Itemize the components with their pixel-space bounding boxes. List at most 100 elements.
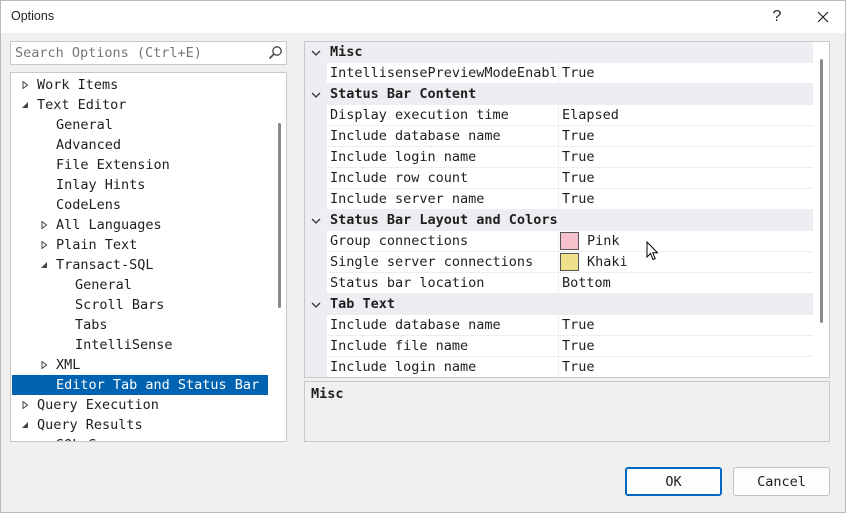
property-row[interactable]: Include file name True bbox=[305, 336, 813, 357]
row-gutter bbox=[305, 231, 327, 252]
property-row[interactable]: Group connections Pink bbox=[305, 231, 813, 252]
property-category[interactable]: Status Bar Layout and Colors bbox=[305, 210, 813, 231]
tree-item[interactable]: Query Results bbox=[12, 415, 268, 435]
tree-item[interactable]: Advanced bbox=[12, 135, 268, 155]
tree-scrollbar-thumb[interactable] bbox=[278, 123, 281, 308]
tree-item[interactable]: XML bbox=[12, 355, 268, 375]
property-row[interactable]: Status bar location Bottom bbox=[305, 273, 813, 294]
search-icon[interactable] bbox=[267, 45, 283, 61]
property-value[interactable]: True bbox=[562, 338, 595, 354]
tree-item[interactable]: Transact-SQL bbox=[12, 255, 268, 275]
tree-item-label: Query Results bbox=[37, 417, 143, 433]
column-divider[interactable] bbox=[558, 168, 559, 189]
property-value[interactable]: True bbox=[562, 191, 595, 207]
property-category[interactable]: Status Bar Content bbox=[305, 84, 813, 105]
property-value[interactable]: Bottom bbox=[562, 275, 611, 291]
tree-item-label: All Languages bbox=[56, 217, 162, 233]
column-divider[interactable] bbox=[558, 336, 559, 357]
tree-item-label: CodeLens bbox=[56, 197, 122, 213]
tree-item-label: Tabs bbox=[75, 317, 108, 333]
chevron-right-icon[interactable] bbox=[21, 81, 29, 89]
property-row[interactable]: Include login name True bbox=[305, 357, 813, 378]
chevron-right-icon[interactable] bbox=[40, 241, 48, 249]
property-name: Include database name bbox=[330, 128, 501, 144]
row-gutter bbox=[305, 315, 327, 336]
column-divider[interactable] bbox=[558, 231, 559, 252]
help-button[interactable]: ? bbox=[759, 3, 795, 31]
property-value[interactable]: True bbox=[562, 170, 595, 186]
property-row[interactable]: Include database name True bbox=[305, 126, 813, 147]
tree-item-label: Transact-SQL bbox=[56, 257, 154, 273]
tree-item[interactable]: Inlay Hints bbox=[12, 175, 268, 195]
chevron-right-icon[interactable] bbox=[21, 401, 29, 409]
property-value[interactable]: True bbox=[562, 359, 595, 375]
tree-item[interactable]: Scroll Bars bbox=[12, 295, 268, 315]
row-gutter bbox=[305, 147, 327, 168]
chevron-down-icon[interactable] bbox=[311, 90, 321, 100]
chevron-down-icon[interactable] bbox=[21, 421, 29, 429]
grid-scrollbar-thumb[interactable] bbox=[820, 59, 823, 323]
row-gutter bbox=[305, 336, 327, 357]
tree-item[interactable]: Editor Tab and Status Bar bbox=[12, 375, 268, 395]
column-divider[interactable] bbox=[558, 63, 559, 84]
ok-button[interactable]: OK bbox=[625, 467, 722, 496]
category-label: Status Bar Layout and Colors bbox=[330, 212, 558, 228]
tree-item[interactable]: Work Items bbox=[12, 75, 268, 95]
chevron-down-icon[interactable] bbox=[311, 48, 321, 58]
property-value[interactable]: Khaki bbox=[587, 254, 628, 270]
chevron-down-icon[interactable] bbox=[311, 216, 321, 226]
tree-item[interactable]: Text Editor bbox=[12, 95, 268, 115]
tree-item[interactable]: SQL Server bbox=[12, 435, 268, 441]
chevron-right-icon[interactable] bbox=[40, 361, 48, 369]
close-button[interactable] bbox=[805, 3, 841, 31]
chevron-down-icon[interactable] bbox=[311, 300, 321, 310]
cancel-button[interactable]: Cancel bbox=[733, 467, 830, 496]
property-value[interactable]: True bbox=[562, 65, 595, 81]
column-divider[interactable] bbox=[558, 252, 559, 273]
tree-item[interactable]: General bbox=[12, 275, 268, 295]
property-category[interactable]: Misc bbox=[305, 42, 813, 63]
property-row[interactable]: Include server name True bbox=[305, 189, 813, 210]
column-divider[interactable] bbox=[558, 147, 559, 168]
column-divider[interactable] bbox=[558, 105, 559, 126]
title-bar: Options ? bbox=[1, 1, 845, 33]
chevron-down-icon[interactable] bbox=[21, 101, 29, 109]
tree-item[interactable]: File Extension bbox=[12, 155, 268, 175]
tree-item[interactable]: Tabs bbox=[12, 315, 268, 335]
chevron-right-icon[interactable] bbox=[40, 221, 48, 229]
property-row[interactable]: Include login name True bbox=[305, 147, 813, 168]
column-divider[interactable] bbox=[558, 357, 559, 377]
search-input[interactable] bbox=[11, 42, 261, 64]
tree-item[interactable]: All Languages bbox=[12, 215, 268, 235]
property-value[interactable]: Elapsed bbox=[562, 107, 619, 123]
property-row[interactable]: IntellisensePreviewModeEnabled True bbox=[305, 63, 813, 84]
description-panel: Misc bbox=[304, 381, 830, 442]
grid-scrollbar[interactable] bbox=[815, 42, 829, 377]
chevron-down-icon[interactable] bbox=[40, 261, 48, 269]
property-row[interactable]: Single server connections Khaki bbox=[305, 252, 813, 273]
tree-item[interactable]: IntelliSense bbox=[12, 335, 268, 355]
tree-scrollbar[interactable] bbox=[273, 73, 286, 441]
tree-item[interactable]: Plain Text bbox=[12, 235, 268, 255]
tree-item-label: File Extension bbox=[56, 157, 170, 173]
search-box bbox=[10, 41, 287, 65]
property-category[interactable]: Tab Text bbox=[305, 294, 813, 315]
property-name: Group connections bbox=[330, 233, 469, 249]
tree-item-label: Work Items bbox=[37, 77, 119, 93]
property-name: Include server name bbox=[330, 191, 485, 207]
property-value[interactable]: True bbox=[562, 317, 595, 333]
column-divider[interactable] bbox=[558, 273, 559, 294]
tree-item[interactable]: CodeLens bbox=[12, 195, 268, 215]
column-divider[interactable] bbox=[558, 189, 559, 210]
property-value[interactable]: True bbox=[562, 149, 595, 165]
column-divider[interactable] bbox=[558, 315, 559, 336]
property-row[interactable]: Display execution time Elapsed bbox=[305, 105, 813, 126]
property-value[interactable]: True bbox=[562, 128, 595, 144]
property-value[interactable]: Pink bbox=[587, 233, 620, 249]
tree-item[interactable]: General bbox=[12, 115, 268, 135]
row-divider bbox=[327, 377, 813, 378]
property-row[interactable]: Include row count True bbox=[305, 168, 813, 189]
property-row[interactable]: Include database name True bbox=[305, 315, 813, 336]
column-divider[interactable] bbox=[558, 126, 559, 147]
tree-item[interactable]: Query Execution bbox=[12, 395, 268, 415]
